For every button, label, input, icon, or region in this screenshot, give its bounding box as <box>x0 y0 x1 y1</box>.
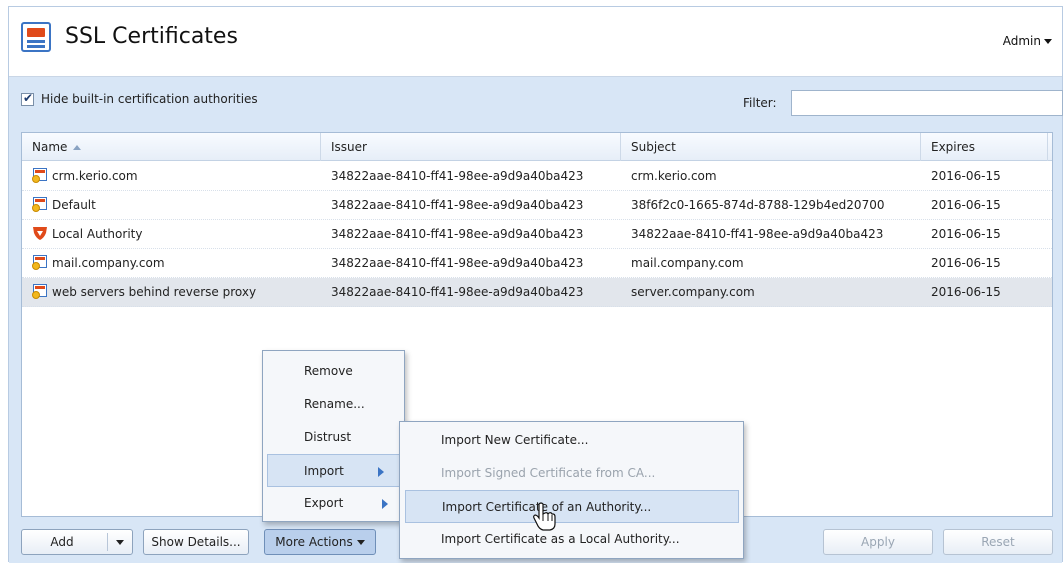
cell-issuer: 34822aae-8410-ff41-98ee-a9d9a40ba423 <box>331 169 584 183</box>
add-button-label: Add <box>50 535 74 549</box>
apply-button[interactable]: Apply <box>823 529 933 555</box>
cell-subject: mail.company.com <box>631 256 744 270</box>
chevron-down-icon[interactable] <box>116 540 124 545</box>
chevron-down-icon <box>356 540 365 545</box>
column-subject-label: Subject <box>631 140 676 154</box>
cell-expires: 2016-06-15 <box>931 256 1001 270</box>
cell-name: Local Authority <box>32 220 321 249</box>
cell-name: web servers behind reverse proxy <box>32 278 321 307</box>
column-header-issuer[interactable]: Issuer <box>321 133 621 161</box>
cell-name: mail.company.com <box>32 249 321 278</box>
cell-expires: 2016-06-15 <box>931 198 1001 212</box>
certificate-icon <box>32 196 48 212</box>
certificate-icon <box>32 254 48 270</box>
cell-issuer: 34822aae-8410-ff41-98ee-a9d9a40ba423 <box>331 227 584 241</box>
cert-name: Local Authority <box>52 227 143 241</box>
column-header-name[interactable]: Name <box>22 133 321 161</box>
export-label: Export <box>304 496 344 510</box>
chevron-right-icon <box>382 499 388 509</box>
column-header-expires[interactable]: Expires <box>921 133 1048 161</box>
cell-issuer: 34822aae-8410-ff41-98ee-a9d9a40ba423 <box>331 285 584 299</box>
menu-item-import-signed-certificate[interactable]: Import Signed Certificate from CA... <box>400 457 743 490</box>
show-details-button[interactable]: Show Details... <box>143 529 249 555</box>
hide-builtin-checkbox[interactable]: ✔ <box>21 91 34 106</box>
certificate-app-icon <box>21 22 51 52</box>
column-issuer-label: Issuer <box>331 140 367 154</box>
import-label: Import <box>304 464 344 478</box>
more-actions-label: More Actions <box>275 535 353 549</box>
table-row[interactable]: crm.kerio.com 34822aae-8410-ff41-98ee-a9… <box>22 162 1052 191</box>
menu-item-import-new-certificate[interactable]: Import New Certificate... <box>400 424 743 457</box>
admin-menu-label: Admin <box>1002 34 1041 48</box>
cert-name: Default <box>52 198 96 212</box>
sort-ascending-icon <box>73 145 82 150</box>
cell-expires: 2016-06-15 <box>931 169 1001 183</box>
certificate-icon <box>32 167 48 183</box>
menu-item-import-local-authority[interactable]: Import Certificate as a Local Authority.… <box>400 523 743 556</box>
column-header-subject[interactable]: Subject <box>621 133 921 161</box>
cell-subject: 34822aae-8410-ff41-98ee-a9d9a40ba423 <box>631 227 884 241</box>
column-name-label: Name <box>32 140 68 154</box>
filter-toolbar: ✔ Hide built-in certification authoritie… <box>21 90 1063 116</box>
table-header: Name Issuer Subject Expires <box>22 133 1052 161</box>
column-expires-label: Expires <box>931 140 975 154</box>
cell-subject: 38f6f2c0-1665-874d-8788-129b4ed20700 <box>631 198 885 212</box>
add-button[interactable]: Add <box>21 529 133 555</box>
menu-item-rename[interactable]: Rename... <box>263 388 404 421</box>
menu-item-distrust[interactable]: Distrust <box>263 421 404 454</box>
table-row[interactable]: mail.company.com 34822aae-8410-ff41-98ee… <box>22 249 1052 278</box>
cell-issuer: 34822aae-8410-ff41-98ee-a9d9a40ba423 <box>331 198 584 212</box>
filter-input[interactable] <box>791 90 1063 116</box>
cell-expires: 2016-06-15 <box>931 285 1001 299</box>
cell-subject: crm.kerio.com <box>631 169 717 183</box>
table-row[interactable]: Local Authority 34822aae-8410-ff41-98ee-… <box>22 220 1052 249</box>
cert-name: mail.company.com <box>52 256 165 270</box>
import-submenu: Import New Certificate... Import Signed … <box>399 421 744 559</box>
certificate-icon <box>32 283 48 299</box>
admin-user-menu[interactable]: Admin <box>1003 34 1052 48</box>
more-actions-button[interactable]: More Actions <box>264 529 376 555</box>
cell-name: Default <box>32 191 321 220</box>
cell-name: crm.kerio.com <box>32 162 321 191</box>
chevron-right-icon <box>378 467 384 477</box>
filter-label: Filter: <box>743 96 777 110</box>
menu-item-remove[interactable]: Remove <box>263 355 404 388</box>
shield-icon <box>33 227 47 240</box>
more-actions-menu: Remove Rename... Distrust Import Export <box>262 350 405 522</box>
hide-builtin-label[interactable]: Hide built-in certification authorities <box>41 92 258 106</box>
table-row-selected[interactable]: web servers behind reverse proxy 34822aa… <box>22 278 1052 307</box>
cert-name: web servers behind reverse proxy <box>52 285 257 299</box>
menu-item-export[interactable]: Export <box>263 487 404 520</box>
page-title: SSL Certificates <box>65 24 238 49</box>
chevron-down-icon <box>1044 39 1052 44</box>
menu-item-import[interactable]: Import <box>267 454 401 487</box>
menu-item-import-authority-certificate[interactable]: Import Certificate of an Authority... <box>405 490 739 523</box>
cell-expires: 2016-06-15 <box>931 227 1001 241</box>
checkmark-icon: ✔ <box>23 91 34 105</box>
cert-name: crm.kerio.com <box>52 169 138 183</box>
cell-subject: server.company.com <box>631 285 755 299</box>
reset-button[interactable]: Reset <box>943 529 1053 555</box>
page-header: SSL Certificates Admin <box>9 7 1062 77</box>
cell-issuer: 34822aae-8410-ff41-98ee-a9d9a40ba423 <box>331 256 584 270</box>
table-row[interactable]: Default 34822aae-8410-ff41-98ee-a9d9a40b… <box>22 191 1052 220</box>
